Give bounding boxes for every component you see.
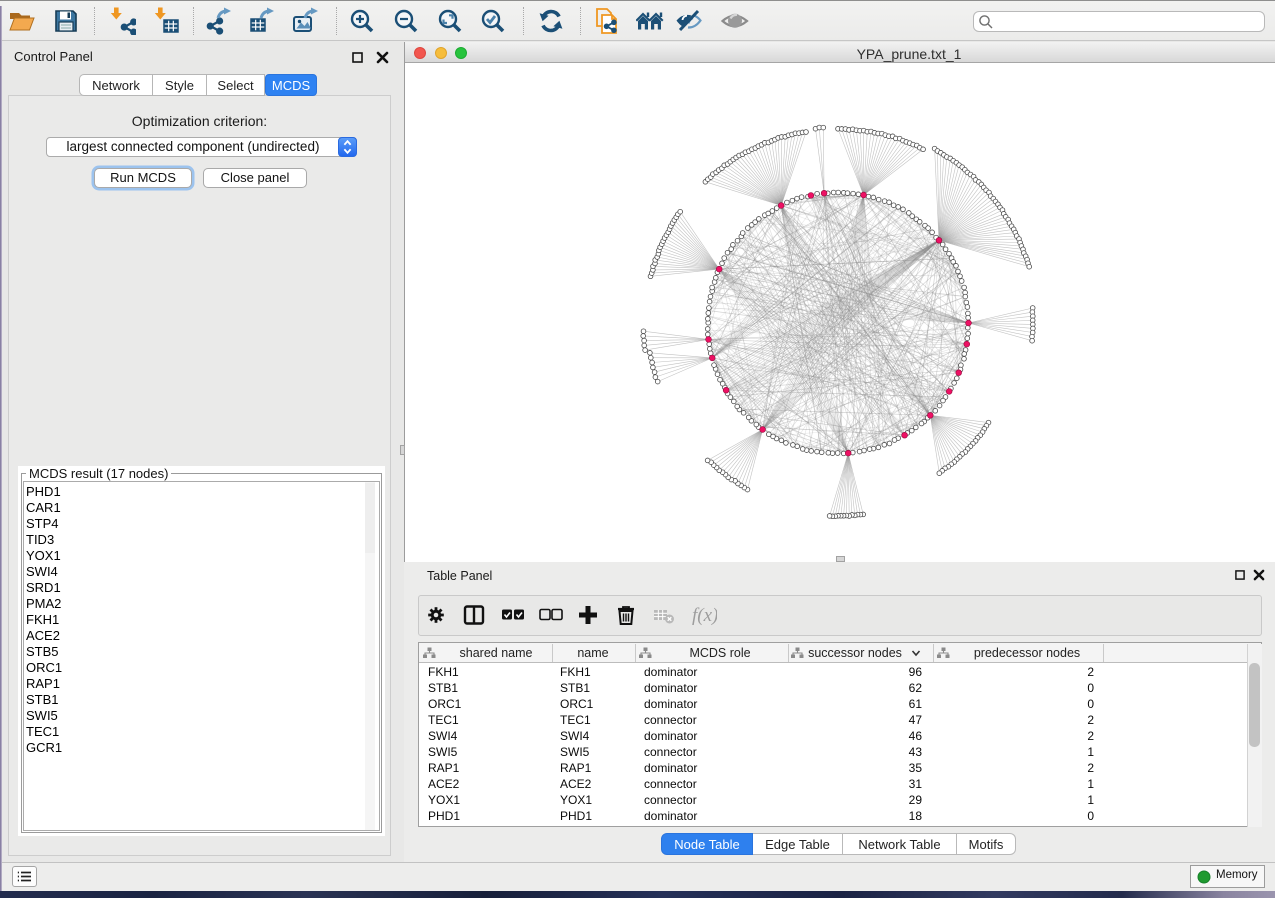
svg-text:f(x): f(x) bbox=[692, 605, 717, 626]
